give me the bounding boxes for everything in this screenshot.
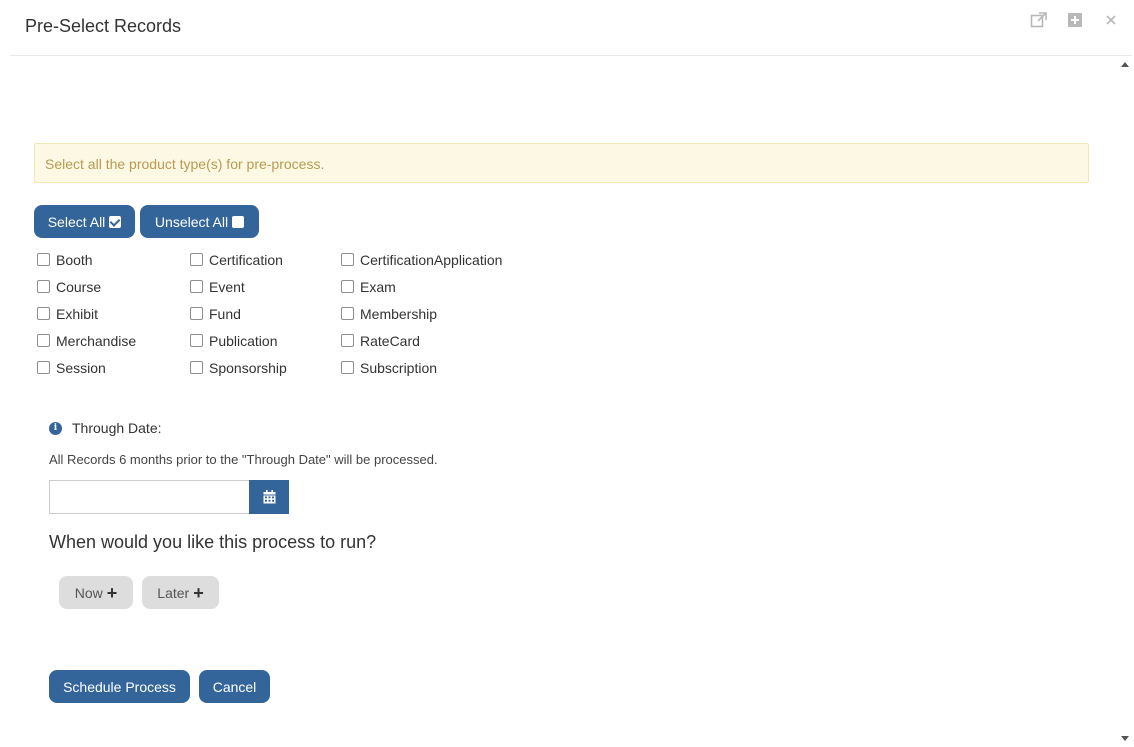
checkbox[interactable]: [190, 280, 203, 293]
checkbox[interactable]: [190, 253, 203, 266]
empty-box-icon: [232, 215, 245, 228]
product-type-label: Session: [56, 359, 106, 376]
product-type-label: Certification: [209, 251, 283, 268]
through-date-input[interactable]: [49, 480, 249, 514]
product-type-label: Exhibit: [56, 305, 99, 322]
product-type-checklist: Booth Certification CertificationApplica…: [37, 250, 541, 377]
now-label: Now: [74, 584, 103, 601]
select-all-button[interactable]: Select All: [34, 205, 135, 238]
unselect-all-button[interactable]: Unselect All: [140, 205, 259, 238]
product-type-label: Booth: [56, 251, 93, 268]
checkbox[interactable]: [341, 280, 354, 293]
checkbox[interactable]: [190, 334, 203, 347]
vertical-scrollbar[interactable]: [1118, 56, 1132, 744]
product-type-label: Sponsorship: [209, 359, 287, 376]
product-type-label: Publication: [209, 332, 278, 349]
checkbox[interactable]: [37, 280, 50, 293]
product-type-label: CertificationApplication: [360, 251, 503, 268]
product-type-item[interactable]: Event: [190, 277, 341, 296]
through-date-label: Through Date:: [72, 420, 162, 436]
product-type-label: Merchandise: [56, 332, 137, 349]
checkbox[interactable]: [341, 334, 354, 347]
dialog-title: Pre-Select Records: [25, 16, 182, 36]
checkbox[interactable]: [190, 307, 203, 320]
instruction-alert: Select all the product type(s) for pre-p…: [34, 143, 1089, 183]
unselect-all-label: Unselect All: [154, 213, 229, 230]
checkbox[interactable]: [341, 361, 354, 374]
product-type-label: Exam: [360, 278, 396, 295]
product-type-label: Event: [209, 278, 245, 295]
run-question: When would you like this process to run?: [49, 532, 377, 552]
select-all-label: Select All: [47, 213, 106, 230]
product-type-item[interactable]: Subscription: [341, 358, 541, 377]
product-type-label: Subscription: [360, 359, 438, 376]
checkbox[interactable]: [37, 334, 50, 347]
product-type-item[interactable]: Booth: [37, 250, 190, 269]
product-type-item[interactable]: Certification: [190, 250, 341, 269]
checkbox[interactable]: [341, 253, 354, 266]
later-button[interactable]: Later +: [142, 576, 219, 609]
checkbox[interactable]: [37, 253, 50, 266]
info-icon[interactable]: i: [49, 421, 62, 435]
checkbox[interactable]: [37, 307, 50, 320]
checkbox[interactable]: [341, 307, 354, 320]
product-type-item[interactable]: Publication: [190, 331, 341, 350]
schedule-process-button[interactable]: Schedule Process: [49, 670, 190, 703]
product-type-item[interactable]: Session: [37, 358, 190, 377]
product-type-label: Fund: [209, 305, 241, 322]
product-type-item[interactable]: Sponsorship: [190, 358, 341, 377]
plus-icon: +: [106, 582, 118, 603]
later-label: Later: [157, 584, 190, 601]
product-type-item[interactable]: Merchandise: [37, 331, 190, 350]
through-date-label-row: i Through Date:: [49, 420, 162, 436]
checkbox[interactable]: [37, 361, 50, 374]
product-type-item[interactable]: RateCard: [341, 331, 541, 350]
product-type-label: Membership: [360, 305, 438, 322]
product-type-item[interactable]: Fund: [190, 304, 341, 323]
close-icon[interactable]: [1100, 10, 1122, 30]
product-type-label: RateCard: [360, 332, 420, 349]
plus-icon: +: [193, 582, 204, 603]
product-type-item[interactable]: Course: [37, 277, 190, 296]
through-date-note: All Records 6 months prior to the "Throu…: [49, 452, 438, 467]
product-type-item[interactable]: Exhibit: [37, 304, 190, 323]
now-button[interactable]: Now +: [59, 576, 133, 609]
product-type-item[interactable]: CertificationApplication: [341, 250, 541, 269]
calendar-icon: [263, 490, 275, 504]
checked-box-icon: [109, 215, 122, 228]
scroll-down-arrow-icon[interactable]: [1121, 736, 1129, 741]
cancel-button[interactable]: Cancel: [199, 670, 270, 703]
checkbox[interactable]: [190, 361, 203, 374]
header-icons: [1028, 10, 1122, 30]
scroll-up-arrow-icon[interactable]: [1121, 62, 1129, 67]
product-type-item[interactable]: Exam: [341, 277, 541, 296]
dialog-header: Pre-Select Records: [10, 0, 1132, 56]
product-type-label: Course: [56, 278, 102, 295]
maximize-icon[interactable]: [1064, 10, 1086, 30]
calendar-button[interactable]: [249, 480, 289, 514]
external-link-icon[interactable]: [1028, 10, 1050, 30]
product-type-item[interactable]: Membership: [341, 304, 541, 323]
